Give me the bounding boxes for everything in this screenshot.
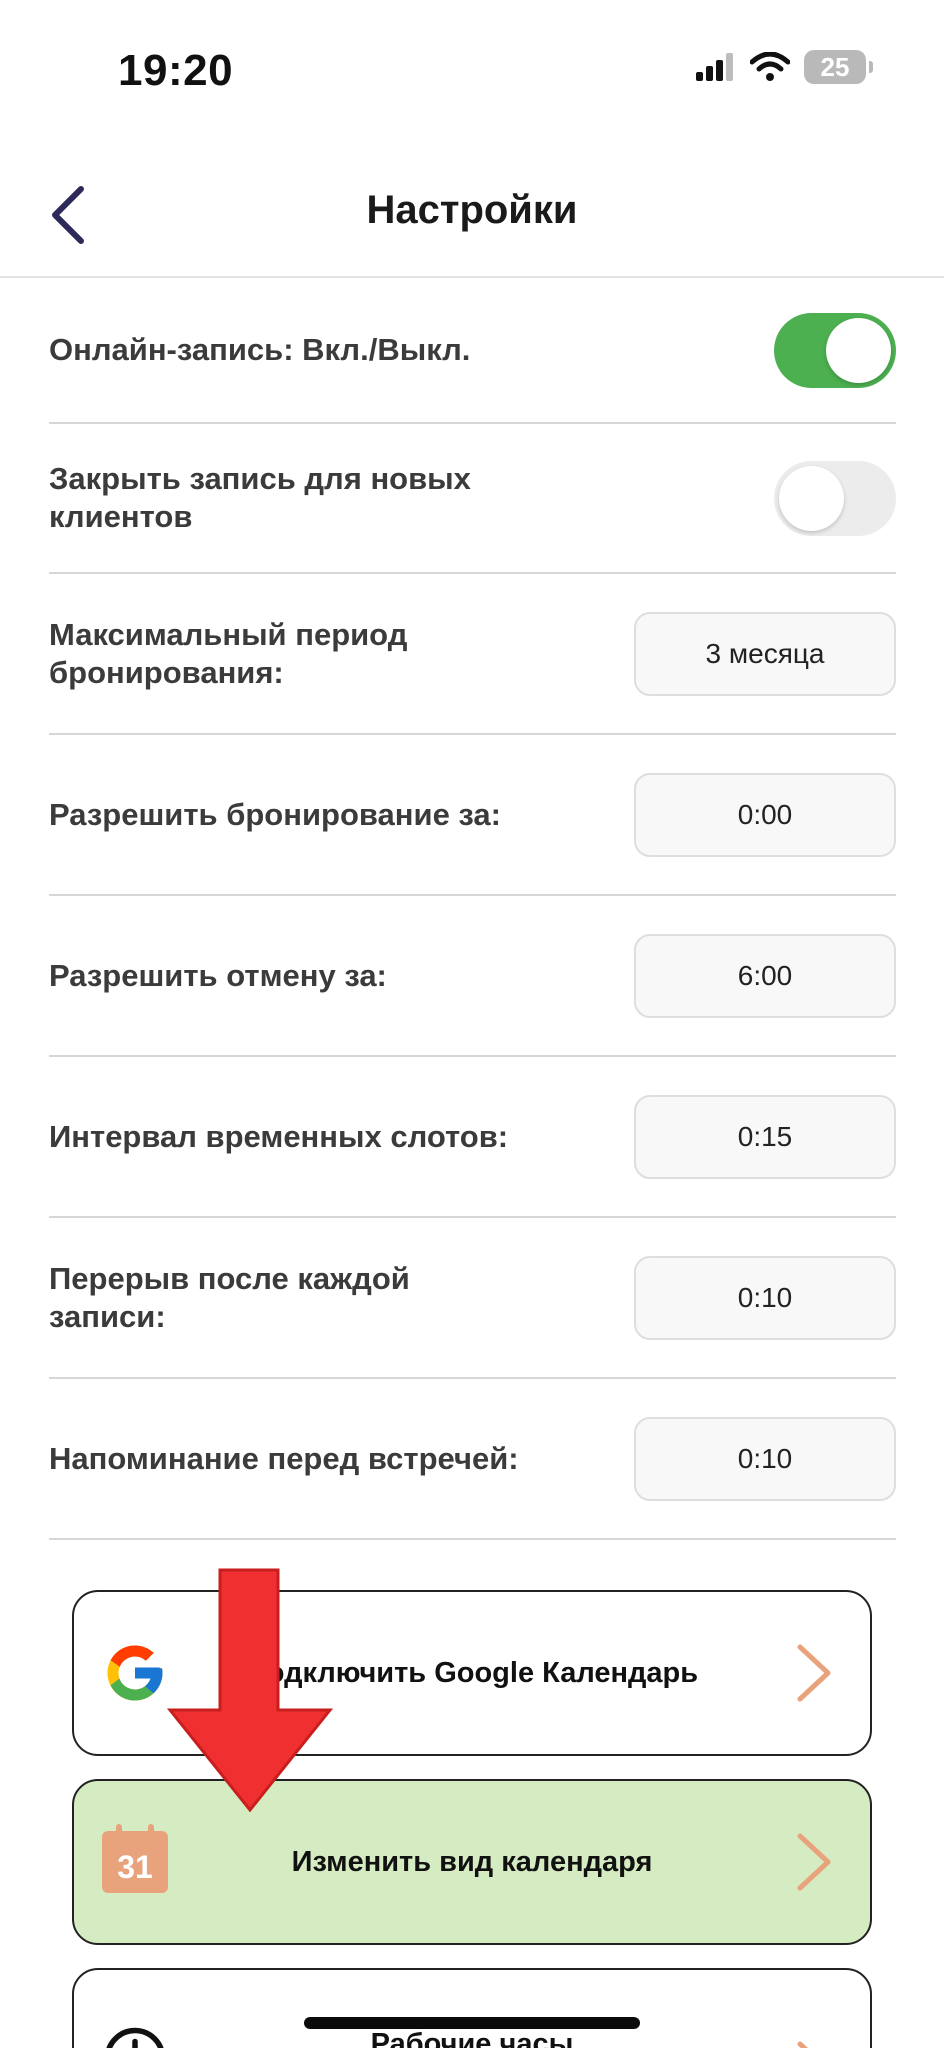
home-indicator [304,2017,640,2029]
allow-cancel-value[interactable]: 6:00 [634,933,896,1018]
reminder-row: Напоминание перед встречей: 0:10 [49,1379,896,1540]
slot-interval-value[interactable]: 0:15 [634,1094,896,1179]
chevron-right-icon [797,1644,831,1702]
connect-google-calendar-label: Подключить Google Календарь [245,1656,699,1689]
allow-cancel-row: Разрешить отмену за: 6:00 [49,896,896,1057]
status-bar: 19:20 25 [0,0,944,140]
toggle-knob [779,465,844,531]
close-for-new-label: Закрыть запись для новых клиентов [49,461,471,534]
signal-icon [696,53,733,81]
online-booking-row: Онлайн-запись: Вкл./Выкл. [49,278,896,424]
clock-icon [106,2027,164,2048]
online-booking-label: Онлайн-запись: Вкл./Выкл. [49,332,471,367]
work-hours-label: Рабочие часы [370,2028,574,2048]
max-period-row: Максимальный период бронирования: 3 меся… [49,574,896,735]
status-icons: 25 [696,50,873,84]
chevron-right-icon [797,2041,808,2048]
reminder-label: Напоминание перед встречей: [49,1440,519,1476]
battery-level: 25 [820,51,850,82]
break-after-row: Перерыв после каждой записи: 0:10 [49,1218,896,1379]
calendar-ring [148,1824,154,1838]
status-time: 19:20 [118,46,234,95]
slot-interval-row: Интервал временных слотов: 0:15 [49,1057,896,1218]
change-calendar-view-label: Изменить вид календаря [291,1845,653,1878]
battery-icon: 25 [804,50,873,84]
calendar-ring [116,1824,122,1838]
calendar-icon-number: 31 [117,1849,153,1885]
slot-interval-label: Интервал временных слотов: [49,1118,509,1154]
change-calendar-view-button[interactable]: 31 Изменить вид календаря [72,1779,872,1945]
max-period-label: Максимальный период бронирования: [49,616,408,690]
work-hours-button[interactable]: Рабочие часы [72,1968,872,2048]
close-for-new-row: Закрыть запись для новых клиентов [49,424,896,574]
online-booking-toggle[interactable] [774,312,896,388]
toggle-knob [826,317,891,383]
settings-list: Онлайн-запись: Вкл./Выкл. Закрыть запись… [49,278,896,1540]
page-title: Настройки [366,188,578,232]
allow-cancel-label: Разрешить отмену за: [49,957,387,993]
break-after-label: Перерыв после каждой записи: [49,1260,410,1334]
calendar-icon: 31 [102,1824,168,1893]
wifi-icon [750,52,790,81]
connect-google-calendar-button[interactable]: Подключить Google Календарь [72,1590,872,1756]
max-period-value[interactable]: 3 месяца [634,611,896,696]
allow-booking-value[interactable]: 0:00 [634,772,896,857]
allow-booking-row: Разрешить бронирование за: 0:00 [49,735,896,896]
close-for-new-toggle[interactable] [774,460,896,536]
reminder-value[interactable]: 0:10 [634,1416,896,1501]
chevron-right-icon [797,1833,831,1891]
break-after-value[interactable]: 0:10 [634,1255,896,1340]
google-icon [107,1645,163,1701]
allow-booking-label: Разрешить бронирование за: [49,796,501,832]
nav-header: Настройки [0,160,944,278]
